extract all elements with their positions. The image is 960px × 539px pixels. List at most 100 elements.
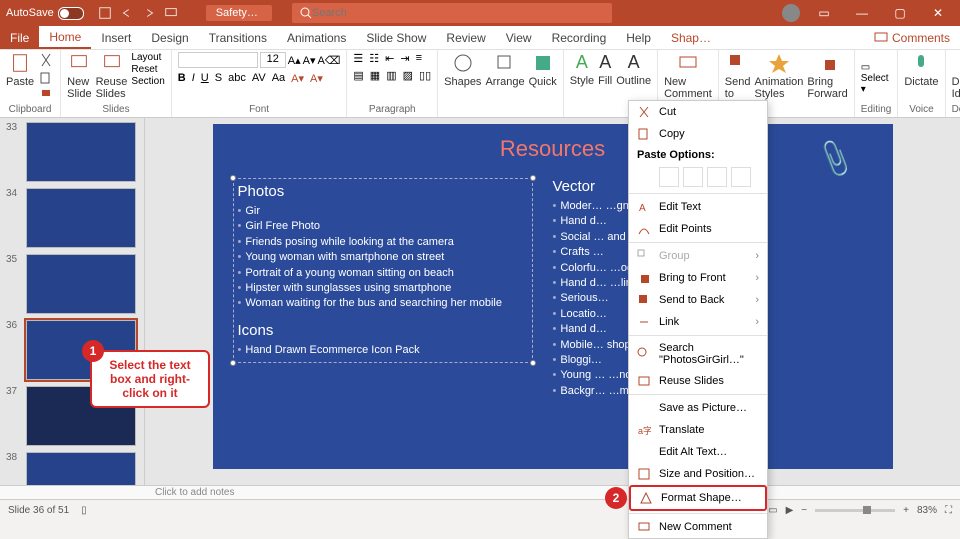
underline-button[interactable]: U	[201, 72, 209, 85]
shadow-button[interactable]: abc	[228, 72, 246, 85]
ctx-send-back[interactable]: Send to Back›	[629, 289, 767, 311]
shapes-button[interactable]: Shapes	[444, 52, 481, 88]
ctx-group[interactable]: Group›	[629, 245, 767, 267]
style-button[interactable]: AStyle	[570, 52, 594, 87]
tab-shape-format[interactable]: Shap…	[661, 26, 721, 49]
ctx-search[interactable]: Search "PhotosGirGirl…"	[629, 338, 767, 370]
paste-opt-picture[interactable]	[707, 167, 727, 187]
tab-help[interactable]: Help	[616, 26, 661, 49]
align-right-button[interactable]: ▥	[386, 69, 396, 82]
view-reading-icon[interactable]: ▭	[768, 505, 777, 516]
select-button[interactable]: ▭ Select ▾	[861, 52, 892, 95]
format-painter-icon[interactable]	[38, 88, 54, 104]
resize-handle[interactable]	[530, 175, 536, 181]
slide-thumb-33[interactable]	[26, 122, 136, 182]
tab-transitions[interactable]: Transitions	[199, 26, 277, 49]
ctx-cut[interactable]: Cut	[629, 101, 767, 123]
photos-textbox[interactable]: Photos Gir Girl Free Photo Friends posin…	[233, 178, 533, 363]
ctx-copy[interactable]: Copy	[629, 123, 767, 145]
columns-button[interactable]: ▯▯	[419, 69, 431, 82]
dictate-button[interactable]: Dictate	[904, 52, 938, 88]
outline-button[interactable]: AOutline	[616, 52, 651, 87]
section-button[interactable]: Section	[131, 76, 164, 87]
fill-button[interactable]: AFill	[598, 52, 612, 87]
arrange-button[interactable]: Arrange	[485, 52, 524, 88]
increase-font-icon[interactable]: A▴	[288, 54, 301, 67]
font-color-button[interactable]: A▾	[310, 72, 323, 85]
anim-styles-button[interactable]: Animation Styles	[754, 52, 803, 100]
search-bar[interactable]	[292, 3, 612, 23]
fit-to-window-icon[interactable]: ⛶	[945, 505, 952, 516]
indent-dec-button[interactable]: ⇤	[385, 52, 394, 65]
zoom-out-button[interactable]: −	[801, 505, 807, 516]
tab-view[interactable]: View	[496, 26, 542, 49]
slide-thumb-35[interactable]	[26, 254, 136, 314]
resize-handle[interactable]	[230, 175, 236, 181]
paste-opt-text[interactable]	[731, 167, 751, 187]
notes-pane[interactable]: Click to add notes	[0, 485, 960, 499]
paste-opt-theme[interactable]	[659, 167, 679, 187]
copy-icon[interactable]	[38, 70, 54, 86]
ctx-size-position[interactable]: Size and Position…	[629, 463, 767, 485]
lang-indicator[interactable]: ▯	[81, 505, 87, 516]
font-size-combo[interactable]: 12	[260, 52, 286, 68]
ctx-format-shape[interactable]: 2 Format Shape…	[629, 485, 767, 511]
ctx-new-comment[interactable]: New Comment	[629, 516, 767, 538]
quick-styles-button[interactable]: Quick	[529, 52, 557, 88]
maximize-icon[interactable]: ▢	[886, 0, 914, 26]
strike-button[interactable]: S	[215, 72, 222, 85]
bring-fwd-button[interactable]: Bring Forward	[807, 52, 847, 100]
slide-editor[interactable]: Resources 📎 Photos Gir Girl Free Photo F…	[145, 118, 960, 485]
slide-thumb-34[interactable]	[26, 188, 136, 248]
zoom-in-button[interactable]: +	[903, 505, 909, 516]
ctx-translate[interactable]: a字Translate	[629, 419, 767, 441]
italic-button[interactable]: I	[192, 72, 195, 85]
clear-format-icon[interactable]: A⌫	[317, 54, 340, 67]
tab-recording[interactable]: Recording	[542, 26, 617, 49]
paste-opt-keep[interactable]	[683, 167, 703, 187]
indent-inc-button[interactable]: ⇥	[400, 52, 409, 65]
tab-animations[interactable]: Animations	[277, 26, 356, 49]
numbering-button[interactable]: ☷	[369, 52, 379, 65]
present-icon[interactable]	[164, 6, 178, 20]
ctx-link[interactable]: Link›	[629, 311, 767, 333]
comments-button[interactable]: Comments	[864, 26, 960, 49]
ctx-alt-text[interactable]: Edit Alt Text…	[629, 441, 767, 463]
new-slide-button[interactable]: New Slide	[67, 52, 91, 100]
design-ideas-button[interactable]: Design Ideas	[952, 52, 960, 100]
search-input[interactable]	[312, 7, 604, 19]
decrease-font-icon[interactable]: A▾	[303, 54, 316, 67]
tab-home[interactable]: Home	[39, 26, 91, 49]
undo-icon[interactable]	[120, 6, 134, 20]
view-slideshow-icon[interactable]: ▶	[786, 505, 794, 516]
bullets-button[interactable]: ☰	[353, 52, 363, 65]
save-icon[interactable]	[98, 6, 112, 20]
tab-review[interactable]: Review	[436, 26, 495, 49]
justify-button[interactable]: ▨	[403, 69, 413, 82]
new-comment-button[interactable]: New Comment	[664, 52, 712, 100]
tab-design[interactable]: Design	[141, 26, 198, 49]
reset-button[interactable]: Reset	[131, 64, 164, 75]
resize-handle[interactable]	[230, 360, 236, 366]
toggle-off-icon[interactable]	[58, 7, 84, 20]
redo-icon[interactable]	[142, 6, 156, 20]
tab-slideshow[interactable]: Slide Show	[356, 26, 436, 49]
char-spacing-button[interactable]: AV	[252, 72, 266, 85]
paste-button[interactable]: Paste	[6, 52, 34, 88]
slide-title[interactable]: Resources	[213, 136, 893, 162]
change-case-button[interactable]: Aa	[272, 72, 285, 85]
align-left-button[interactable]: ▤	[353, 69, 363, 82]
ctx-edit-points[interactable]: Edit Points	[629, 218, 767, 240]
highlight-button[interactable]: A▾	[291, 72, 304, 85]
autosave-toggle[interactable]: AutoSave	[0, 7, 90, 20]
resize-handle[interactable]	[530, 360, 536, 366]
align-center-button[interactable]: ▦	[370, 69, 380, 82]
minimize-icon[interactable]: —	[848, 0, 876, 26]
zoom-level[interactable]: 83%	[917, 505, 937, 516]
slide-thumb-38[interactable]	[26, 452, 136, 485]
zoom-slider[interactable]	[815, 509, 895, 512]
tab-insert[interactable]: Insert	[91, 26, 141, 49]
ctx-edit-text[interactable]: AEdit Text	[629, 196, 767, 218]
ctx-save-picture[interactable]: Save as Picture…	[629, 397, 767, 419]
reuse-slides-button[interactable]: Reuse Slides	[96, 52, 128, 100]
